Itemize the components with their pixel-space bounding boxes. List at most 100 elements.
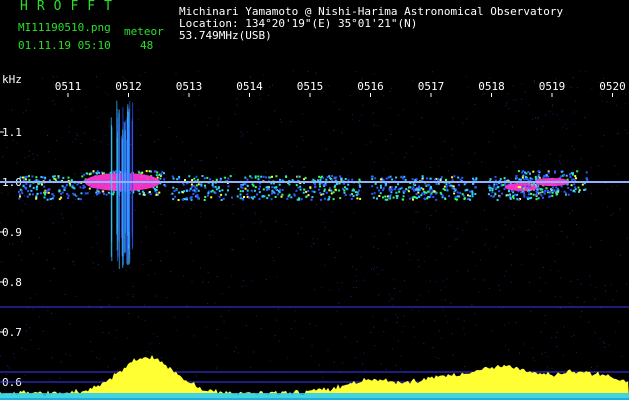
noise-speckle: [150, 259, 152, 261]
echo-pixel: [52, 175, 54, 178]
echo-pixel: [254, 176, 257, 179]
echo-pixel: [207, 192, 210, 195]
noise-speckle: [347, 175, 349, 177]
noise-speckle: [603, 342, 605, 344]
noise-speckle: [302, 140, 304, 142]
echo-pixel: [328, 195, 331, 198]
noise-speckle: [362, 363, 363, 365]
noise-speckle: [199, 159, 201, 161]
echo-pixel: [585, 171, 588, 174]
spectrogram-plot: 1.11.00.90.80.70.60511 0512 0513 0514 0515 05…: [0, 70, 629, 400]
noise-speckle: [74, 173, 76, 175]
noise-speckle: [414, 336, 415, 338]
noise-speckle: [113, 271, 115, 273]
echo-pixel: [420, 194, 423, 197]
echo-pixel: [523, 193, 526, 196]
noise-speckle: [81, 201, 83, 203]
noise-speckle: [183, 275, 184, 277]
noise-speckle: [376, 266, 378, 268]
noise-speckle: [528, 229, 530, 231]
noise-speckle: [361, 114, 363, 116]
echo-pixel: [397, 183, 399, 186]
noise-speckle: [1, 261, 2, 263]
noise-speckle: [216, 329, 218, 330]
noise-speckle: [232, 167, 234, 169]
echo-pixel: [572, 172, 574, 175]
noise-speckle: [218, 193, 220, 195]
noise-speckle: [625, 129, 626, 131]
echo-pixel: [391, 178, 394, 181]
echo-pixel: [437, 182, 440, 185]
noise-speckle: [76, 135, 78, 137]
echo-pixel: [84, 192, 87, 195]
noise-speckle: [228, 310, 230, 311]
noise-speckle: [130, 253, 132, 255]
noise-speckle: [528, 104, 530, 106]
noise-speckle: [536, 248, 538, 250]
echo-pixel: [509, 197, 512, 200]
noise-speckle: [550, 269, 552, 271]
echo-pixel: [472, 177, 474, 180]
echo-pixel: [372, 196, 375, 199]
echo-pixel: [318, 175, 321, 178]
noise-speckle: [351, 119, 353, 121]
echo-pixel: [385, 177, 388, 180]
echo-pixel: [380, 186, 382, 189]
noise-speckle: [16, 142, 18, 144]
echo-pixel: [500, 183, 503, 186]
noise-speckle: [90, 341, 92, 342]
echo-pixel: [475, 178, 478, 181]
noise-speckle: [71, 109, 73, 111]
echo-pixel: [32, 186, 35, 189]
noise-speckle: [42, 77, 43, 79]
noise-speckle: [294, 320, 296, 322]
noise-speckle: [56, 140, 58, 142]
noise-speckle: [217, 254, 219, 256]
echo-pixel: [467, 194, 469, 197]
noise-speckle: [234, 351, 235, 353]
noise-speckle: [438, 165, 440, 167]
noise-speckle: [402, 108, 404, 110]
noise-speckle: [336, 251, 338, 253]
echo-pixel: [26, 195, 29, 198]
echo-pixel: [73, 193, 76, 196]
noise-speckle: [274, 335, 276, 336]
noise-speckle: [534, 359, 536, 361]
echo-pixel: [332, 191, 335, 194]
noise-speckle: [202, 281, 204, 283]
noise-speckle: [510, 264, 512, 266]
noise-speckle: [132, 296, 134, 298]
noise-speckle: [193, 335, 195, 337]
echo-pixel: [28, 193, 31, 196]
echo-pixel: [388, 176, 391, 179]
noise-speckle: [287, 357, 289, 359]
noise-speckle: [215, 157, 217, 159]
noise-speckle: [183, 160, 185, 162]
noise-speckle: [336, 310, 338, 312]
noise-speckle: [532, 207, 534, 209]
echo-pixel: [421, 192, 424, 195]
noise-speckle: [406, 152, 408, 154]
noise-speckle: [99, 299, 101, 301]
noise-speckle: [532, 254, 534, 255]
echo-pixel: [532, 193, 535, 196]
noise-speckle: [610, 215, 612, 217]
echo-pixel: [457, 184, 460, 187]
noise-speckle: [338, 288, 340, 290]
noise-speckle: [256, 123, 258, 125]
noise-speckle: [351, 113, 353, 115]
echo-pixel: [408, 197, 411, 200]
echo-pixel: [409, 186, 412, 189]
noise-speckle: [333, 130, 335, 132]
echo-pixel: [439, 191, 442, 194]
noise-speckle: [545, 282, 547, 284]
noise-speckle: [392, 298, 394, 300]
noise-speckle: [489, 77, 490, 79]
x-tick-label: 0514: [236, 80, 263, 93]
noise-speckle: [373, 326, 375, 328]
noise-speckle: [182, 200, 184, 202]
noise-speckle: [55, 159, 57, 161]
noise-speckle: [216, 367, 218, 369]
echo-pixel: [65, 184, 68, 187]
echo-pixel: [534, 175, 537, 178]
